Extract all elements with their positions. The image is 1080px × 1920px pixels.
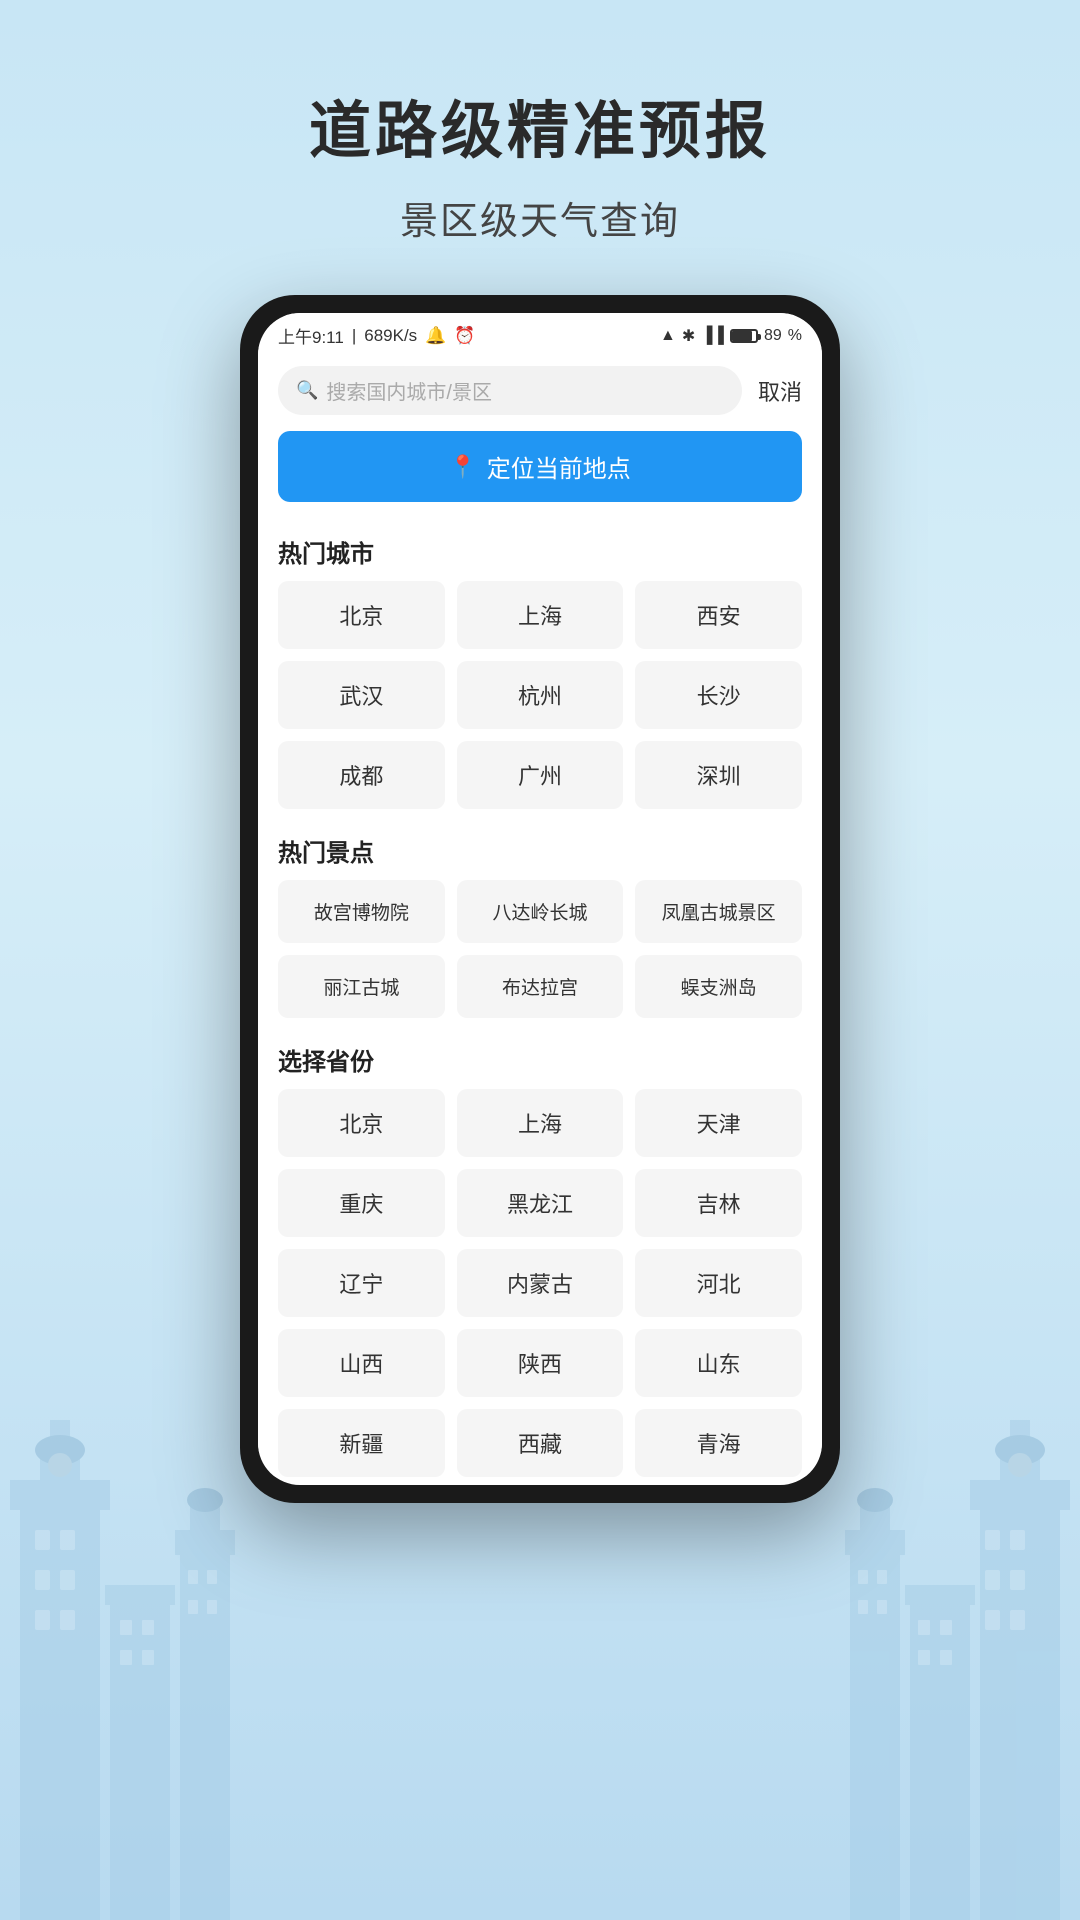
hot-attraction-item[interactable]: 蜈支洲岛 xyxy=(635,955,802,1018)
province-item[interactable]: 河北 xyxy=(635,1249,802,1317)
province-item[interactable]: 山东 xyxy=(635,1329,802,1397)
hot-attractions-title: 热门景点 xyxy=(278,817,802,880)
network-speed: | xyxy=(352,326,356,346)
province-item[interactable]: 黑龙江 xyxy=(457,1169,624,1237)
search-icon: 🔍 xyxy=(296,380,318,401)
status-bar: 上午9:11 | 689K/s 🔔 ⏰ ▲ ✱ ▐▐ 89 % xyxy=(258,313,822,354)
hot-attraction-item[interactable]: 凤凰古城景区 xyxy=(635,880,802,943)
province-item[interactable]: 陕西 xyxy=(457,1329,624,1397)
hot-city-item[interactable]: 武汉 xyxy=(278,661,445,729)
hot-city-item[interactable]: 成都 xyxy=(278,741,445,809)
status-left: 上午9:11 | 689K/s 🔔 ⏰ xyxy=(278,323,476,348)
hot-attraction-item[interactable]: 布达拉宫 xyxy=(457,955,624,1018)
province-item[interactable]: 吉林 xyxy=(635,1169,802,1237)
clock-icon: ⏰ xyxy=(454,326,475,346)
province-item[interactable]: 新疆 xyxy=(278,1409,445,1477)
content-scroll: 热门城市 北京上海西安武汉杭州长沙成都广州深圳 热门景点 故宫博物院八达岭长城凤… xyxy=(258,518,822,1477)
percent-sign: % xyxy=(788,327,802,345)
province-item[interactable]: 山西 xyxy=(278,1329,445,1397)
battery-icon xyxy=(730,329,758,343)
provinces-grid: 北京上海天津重庆黑龙江吉林辽宁内蒙古河北山西陕西山东新疆西藏青海 xyxy=(278,1089,802,1477)
phone-frame: 上午9:11 | 689K/s 🔔 ⏰ ▲ ✱ ▐▐ 89 % xyxy=(240,295,840,1503)
province-item[interactable]: 天津 xyxy=(635,1089,802,1157)
province-item[interactable]: 重庆 xyxy=(278,1169,445,1237)
hot-cities-title: 热门城市 xyxy=(278,518,802,581)
battery-percent: 89 xyxy=(764,327,782,345)
hot-attraction-item[interactable]: 八达岭长城 xyxy=(457,880,624,943)
location-pin-icon: 📍 xyxy=(449,454,476,480)
hot-city-item[interactable]: 北京 xyxy=(278,581,445,649)
provinces-title: 选择省份 xyxy=(278,1026,802,1089)
search-placeholder: 搜索国内城市/景区 xyxy=(326,376,724,405)
status-right: ▲ ✱ ▐▐ 89 % xyxy=(660,326,802,346)
hot-cities-grid: 北京上海西安武汉杭州长沙成都广州深圳 xyxy=(278,581,802,809)
location-button[interactable]: 📍 定位当前地点 xyxy=(278,431,802,502)
speed-text: 689K/s xyxy=(364,326,417,346)
province-item[interactable]: 内蒙古 xyxy=(457,1249,624,1317)
search-bar[interactable]: 🔍 搜索国内城市/景区 xyxy=(278,366,742,415)
hot-attraction-item[interactable]: 故宫博物院 xyxy=(278,880,445,943)
bluetooth-icon: ✱ xyxy=(682,326,695,346)
hot-city-item[interactable]: 长沙 xyxy=(635,661,802,729)
hot-city-item[interactable]: 深圳 xyxy=(635,741,802,809)
province-item[interactable]: 青海 xyxy=(635,1409,802,1477)
location-label: 定位当前地点 xyxy=(487,449,631,484)
hot-city-item[interactable]: 上海 xyxy=(457,581,624,649)
province-item[interactable]: 辽宁 xyxy=(278,1249,445,1317)
phone-container: 上午9:11 | 689K/s 🔔 ⏰ ▲ ✱ ▐▐ 89 % xyxy=(0,295,1080,1503)
province-item[interactable]: 上海 xyxy=(457,1089,624,1157)
hot-attractions-grid: 故宫博物院八达岭长城凤凰古城景区丽江古城布达拉宫蜈支洲岛 xyxy=(278,880,802,1018)
province-item[interactable]: 北京 xyxy=(278,1089,445,1157)
signal-icon: ▐▐ xyxy=(701,327,724,345)
hot-attraction-item[interactable]: 丽江古城 xyxy=(278,955,445,1018)
sub-title: 景区级天气查询 xyxy=(0,190,1080,245)
alarm-icon: 🔔 xyxy=(425,326,446,346)
search-section: 🔍 搜索国内城市/景区 取消 xyxy=(258,354,822,431)
province-item[interactable]: 西藏 xyxy=(457,1409,624,1477)
phone-screen: 上午9:11 | 689K/s 🔔 ⏰ ▲ ✱ ▐▐ 89 % xyxy=(258,313,822,1485)
time-text: 上午9:11 xyxy=(278,323,344,348)
hot-city-item[interactable]: 西安 xyxy=(635,581,802,649)
search-input-area: 🔍 搜索国内城市/景区 xyxy=(296,376,724,405)
hot-city-item[interactable]: 广州 xyxy=(457,741,624,809)
header-section: 道路级精准预报 景区级天气查询 xyxy=(0,0,1080,295)
main-title: 道路级精准预报 xyxy=(0,80,1080,170)
hot-city-item[interactable]: 杭州 xyxy=(457,661,624,729)
wifi-icon: ▲ xyxy=(660,327,676,345)
cancel-button[interactable]: 取消 xyxy=(742,375,802,407)
battery-fill xyxy=(732,331,752,341)
